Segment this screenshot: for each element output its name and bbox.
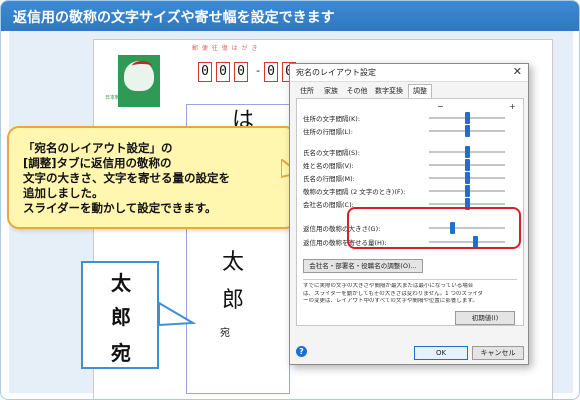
zip-separator: - <box>254 64 262 77</box>
divider <box>303 279 517 280</box>
slider-track[interactable] <box>429 172 505 184</box>
slider-thumb[interactable] <box>465 125 470 137</box>
tab-other[interactable]: その他 <box>344 84 370 98</box>
slider-track[interactable] <box>429 146 505 158</box>
callout-line: 「宛名のレイアウト設定」の <box>23 141 173 155</box>
crane-beak-icon <box>132 61 152 71</box>
name-char: 太 <box>222 250 245 275</box>
tab-adjust[interactable]: 調整 <box>408 84 432 98</box>
header-bar: 返信用の敬称の文字サイズや寄せ幅を設定できます <box>1 1 579 31</box>
slider-track[interactable] <box>429 198 505 210</box>
preview-char: 郎 <box>111 305 131 329</box>
close-icon[interactable]: ✕ <box>513 65 522 78</box>
slider-track[interactable] <box>429 112 505 124</box>
callout-line: スライダーを動かして設定できます。 <box>23 201 217 215</box>
slider-thumb[interactable] <box>465 185 470 197</box>
slider-track[interactable] <box>429 159 505 171</box>
layout-settings-dialog: 宛名のレイアウト設定 ✕ 住所 家族 その他 数字変換 調整 − + 住所の文字… <box>289 63 529 365</box>
dialog-note: すでに実際の文字の大きさや間隔が最大または最小になっている場合 は、スライダーを… <box>303 283 519 306</box>
slider-label: 会社名の間隔(C): <box>303 201 354 209</box>
help-icon[interactable]: ? <box>296 346 307 357</box>
callout-bubble: 「宛名のレイアウト設定」の [調整]タブに返信用の敬称の 文字の大きさ、文字を寄… <box>7 126 297 229</box>
preview-char: 太 <box>111 271 131 295</box>
callout-line: [調整]タブに返信用の敬称の <box>23 156 172 170</box>
zip-digit: 0 <box>198 62 212 82</box>
slider-label: 敬称の文字間隔 (2 文字のとき)(F): <box>303 188 406 196</box>
slider-label: 住所の文字間隔(K): <box>303 115 361 123</box>
reset-button[interactable]: 初期値(I) <box>455 311 515 325</box>
honorific-small: 宛 <box>220 328 230 339</box>
dialog-titlebar: 宛名のレイアウト設定 ✕ <box>290 64 528 82</box>
honorific-preview: 太 郎 宛 <box>81 261 159 369</box>
name-char: 郎 <box>222 288 245 313</box>
slider-thumb[interactable] <box>465 146 470 158</box>
highlight-frame <box>347 207 521 249</box>
tutorial-frame: 返信用の敬称の文字サイズや寄せ幅を設定できます 日本郵便 郵 便 往 復 は が… <box>0 0 580 400</box>
zip-digit: 0 <box>216 62 230 82</box>
slider-thumb[interactable] <box>465 112 470 124</box>
callout-line: 文字の大きさ、文字を寄せる量の設定を <box>23 171 230 185</box>
note-line: は、スライダーを動かしてもその大きさは変わりません。1 つのスライダ <box>303 290 484 297</box>
slider-label: 氏名の行間隔(M): <box>303 175 355 183</box>
note-line: すでに実際の文字の大きさや間隔が最大または最小になっている場合 <box>303 283 474 289</box>
tab-number-conversion[interactable]: 数字変換 <box>372 84 406 98</box>
zip-digit: 0 <box>234 62 248 82</box>
tab-family[interactable]: 家族 <box>320 84 342 98</box>
preview-char: 宛 <box>111 341 131 365</box>
callout-text: 「宛名のレイアウト設定」の [調整]タブに返信用の敬称の 文字の大きさ、文字を寄… <box>23 141 293 216</box>
postal-label: 郵 便 往 復 は が き <box>192 45 259 52</box>
slider-track[interactable] <box>429 125 505 137</box>
cancel-button[interactable]: キャンセル <box>472 346 524 360</box>
slider-label: 氏名の文字間隔(S): <box>303 149 360 157</box>
scale-plus: + <box>509 102 516 111</box>
note-line: ーの変更は、レイアウト中のすべての文字や間隔や位置に影響します。 <box>303 298 478 304</box>
tab-address[interactable]: 住所 <box>296 84 318 98</box>
preview-pointer <box>158 301 197 327</box>
slider-label: 姓と名の間隔(V): <box>303 162 354 170</box>
slider-track[interactable] <box>429 185 505 197</box>
name-adjust-button[interactable]: 会社名・部署名・役職名の調整(O)... <box>303 259 423 273</box>
header-title: 返信用の敬称の文字サイズや寄せ幅を設定できます <box>13 10 335 26</box>
stamp-text: 日本郵便 <box>104 95 125 101</box>
slider-label: 住所の行間隔(L): <box>303 128 353 136</box>
ok-button[interactable]: OK <box>414 346 468 360</box>
callout-line: 追加しました。 <box>23 186 104 200</box>
dialog-title: 宛名のレイアウト設定 <box>296 68 376 77</box>
scale-minus: − <box>437 102 444 111</box>
zip-digit: 0 <box>264 62 278 82</box>
slider-thumb[interactable] <box>465 172 470 184</box>
slider-thumb[interactable] <box>465 159 470 171</box>
